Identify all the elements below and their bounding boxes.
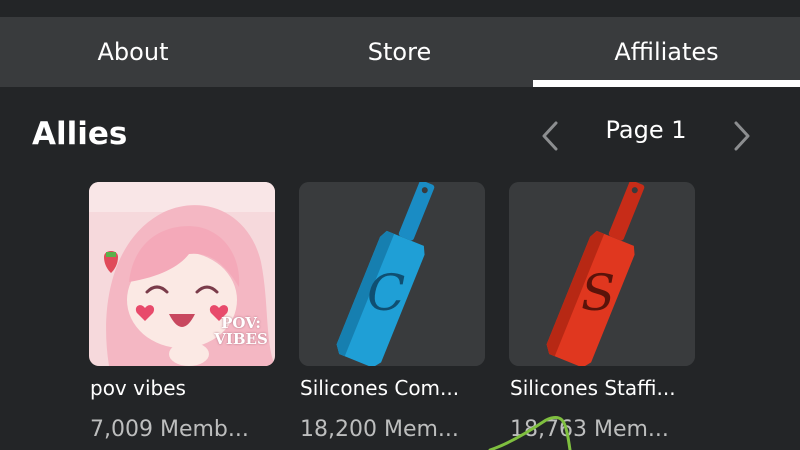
section-title: Allies <box>32 116 128 152</box>
status-strip <box>0 0 800 17</box>
tab-affiliates[interactable]: Affiliates <box>533 17 800 87</box>
group-name[interactable]: Silicones Com... <box>300 376 490 400</box>
group-name[interactable]: pov vibes <box>90 376 280 400</box>
paddle-letter: C <box>367 264 405 322</box>
thumbnail-caption: POV: VIBES <box>214 314 268 348</box>
group-member-count: 18,200 Mem... <box>300 417 459 442</box>
group-thumbnail[interactable]: POV: VIBES <box>89 182 275 366</box>
group-thumbnail[interactable]: S <box>509 182 695 366</box>
group-thumbnail[interactable]: C <box>299 182 485 366</box>
chevron-right-icon <box>734 121 750 151</box>
paddle-letter: S <box>581 264 615 322</box>
next-page-button[interactable] <box>726 118 756 154</box>
previous-page-button[interactable] <box>536 118 566 154</box>
page-indicator: Page 1 <box>605 116 687 144</box>
tab-bar: About Store Affiliates <box>0 17 800 87</box>
chevron-left-icon <box>542 121 558 151</box>
group-member-count: 18,763 Mem... <box>510 417 669 442</box>
active-tab-indicator <box>533 80 800 87</box>
red-paddle-icon: S <box>509 182 695 366</box>
tab-store[interactable]: Store <box>266 17 533 87</box>
tab-about[interactable]: About <box>0 17 266 87</box>
blue-paddle-icon: C <box>299 182 485 366</box>
group-card-silicones-staffing[interactable]: S Silicones Staffi... 18,763 Mem... <box>509 182 695 442</box>
group-card-pov-vibes[interactable]: POV: VIBES pov vibes 7,009 Memb... <box>89 182 275 442</box>
group-member-count: 7,009 Memb... <box>90 417 249 442</box>
group-card-silicones-com[interactable]: C Silicones Com... 18,200 Mem... <box>299 182 485 442</box>
group-name[interactable]: Silicones Staffi... <box>510 376 700 400</box>
